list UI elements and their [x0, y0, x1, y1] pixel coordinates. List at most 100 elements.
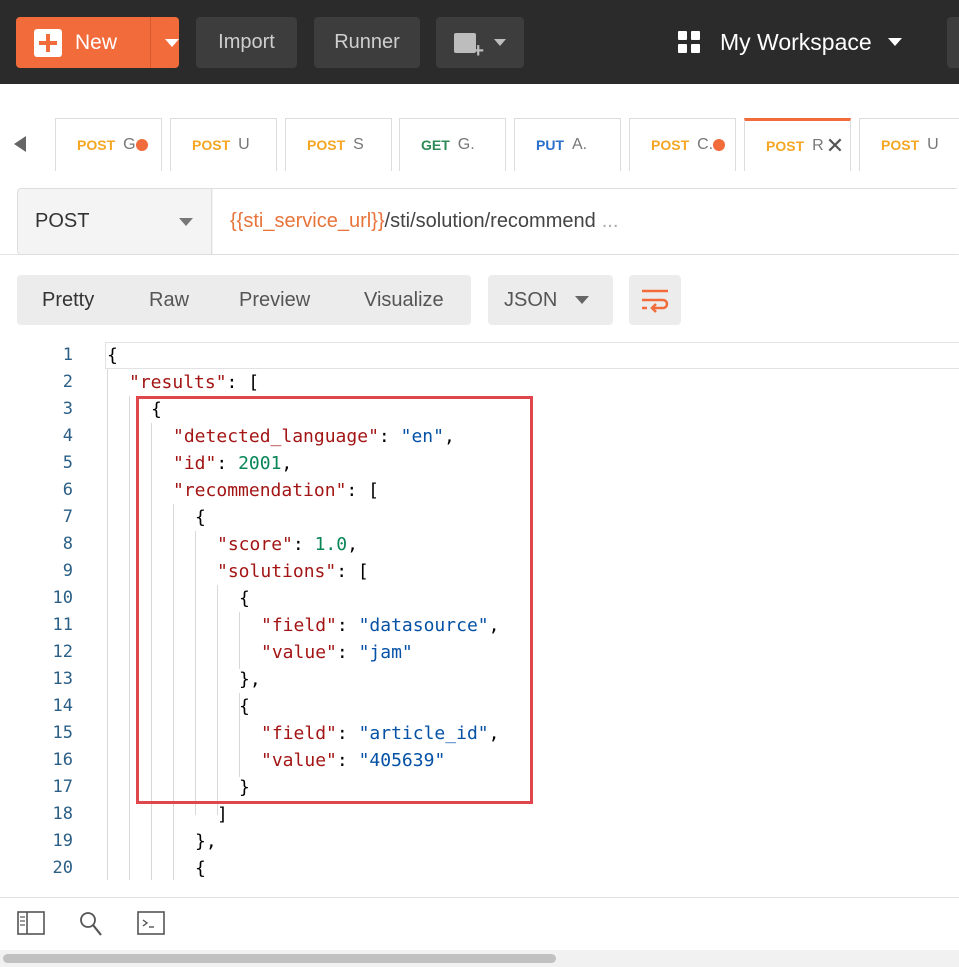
new-dropdown-icon[interactable]: [165, 39, 179, 47]
code-line: "results": [: [129, 372, 260, 393]
sidebar-toggle-icon[interactable]: [17, 911, 45, 935]
import-button[interactable]: Import: [196, 17, 297, 68]
line-number: 17: [52, 777, 73, 797]
code-line: },: [195, 828, 217, 855]
tab-method: POST: [766, 138, 805, 154]
console-icon[interactable]: [137, 911, 165, 935]
response-view-tabs: Pretty Raw Preview Visualize: [17, 275, 471, 325]
tab-name: C.: [697, 136, 714, 153]
tab-visualize[interactable]: Visualize: [364, 289, 444, 312]
workspace-label: My Workspace: [720, 28, 872, 55]
tab-method: POST: [192, 137, 231, 153]
chevron-down-icon: [179, 218, 193, 226]
tab-method: PUT: [536, 137, 564, 153]
request-tab[interactable]: POST C.: [629, 118, 736, 171]
tab-raw[interactable]: Raw: [149, 289, 189, 312]
tab-name: G: [123, 136, 136, 153]
annotation-highlight-box: [136, 396, 533, 804]
new-button-divider: [150, 17, 151, 68]
new-button-label: New: [75, 30, 118, 54]
request-tab[interactable]: POST U: [170, 118, 277, 171]
request-tab[interactable]: POST U: [859, 118, 959, 171]
line-number: 2: [62, 372, 73, 392]
code-punct: },: [195, 831, 217, 852]
unsaved-dot-icon: [135, 139, 148, 151]
url-path: /sti/solution/recommend: [384, 210, 596, 232]
json-key: results: [139, 372, 216, 393]
code-punct: : [: [226, 372, 260, 393]
line-number: 5: [62, 453, 73, 473]
request-tab[interactable]: POST G: [55, 118, 162, 171]
chevron-down-icon: [494, 39, 506, 46]
line-number: 1: [62, 345, 73, 365]
line-number: 4: [62, 426, 73, 446]
tab-name: S: [353, 136, 364, 153]
new-button[interactable]: New: [16, 17, 179, 68]
find-icon[interactable]: [79, 911, 103, 937]
line-number: 12: [52, 642, 73, 662]
tab-method: POST: [307, 137, 346, 153]
tab-name: A.: [572, 136, 588, 153]
request-tabs: POST G POST U POST S GET G. PUT A. POST C. POST R ✕ POS…: [0, 84, 959, 255]
code-line: ]: [217, 801, 228, 828]
line-number: 6: [62, 480, 73, 500]
scrollbar-thumb[interactable]: [3, 954, 556, 963]
tab-name: G.: [457, 136, 475, 153]
new-window-icon: [454, 32, 484, 63]
line-number: 16: [52, 750, 73, 770]
url-input[interactable]: {{sti_service_url}}/sti/solution/recomme…: [213, 189, 959, 254]
code-line: {: [195, 855, 206, 882]
workspace-grid-icon: [678, 31, 700, 53]
close-icon[interactable]: ✕: [826, 133, 844, 159]
line-number: 9: [62, 561, 73, 581]
tab-method: GET: [421, 137, 450, 153]
tab-name: R: [812, 137, 824, 154]
url-ellipsis: ...: [601, 210, 619, 232]
tab-preview[interactable]: Preview: [239, 289, 310, 312]
top-toolbar: New Import Runner My Workspace: [0, 0, 959, 84]
chevron-down-icon: [887, 38, 902, 46]
toolbar-overflow-button[interactable]: [947, 17, 959, 68]
unsaved-dot-icon: [713, 139, 726, 151]
tab-pretty[interactable]: Pretty: [42, 289, 94, 312]
request-tab[interactable]: PUT A.: [514, 118, 621, 171]
line-number: 18: [52, 804, 73, 824]
line-number: 19: [52, 831, 73, 851]
new-window-button[interactable]: [436, 17, 524, 68]
line-number: 10: [52, 588, 73, 608]
tab-name: U: [238, 136, 250, 153]
line-number: 3: [62, 399, 73, 419]
code-line: {: [107, 342, 118, 369]
line-number: 8: [62, 534, 73, 554]
runner-button[interactable]: Runner: [314, 17, 420, 68]
wrap-lines-button[interactable]: [629, 275, 681, 325]
indent-guide: [107, 369, 108, 880]
line-number: 14: [52, 696, 73, 716]
request-url-bar: POST {{sti_service_url}}/sti/solution/re…: [17, 188, 959, 255]
format-select[interactable]: JSON: [488, 275, 613, 325]
workspace-switcher[interactable]: My Workspace: [678, 22, 902, 62]
request-tab[interactable]: POST S: [285, 118, 392, 171]
tab-scroll-left-icon[interactable]: [14, 136, 26, 152]
status-bar: [0, 897, 959, 947]
line-number: 11: [52, 615, 73, 635]
horizontal-scrollbar[interactable]: [0, 950, 959, 967]
line-number: 7: [62, 507, 73, 527]
tab-method: POST: [651, 137, 690, 153]
request-tab[interactable]: POST R ✕: [744, 118, 851, 171]
line-number: 13: [52, 669, 73, 689]
tab-name: U: [927, 136, 939, 153]
plus-icon: [34, 28, 62, 57]
request-tab[interactable]: GET G.: [399, 118, 506, 171]
chevron-down-icon: [575, 296, 589, 304]
method-value: POST: [35, 210, 90, 232]
code-punct: ]: [217, 804, 228, 825]
tab-method: POST: [881, 137, 920, 153]
url-variable: {{sti_service_url}}: [230, 210, 385, 232]
method-select[interactable]: POST: [18, 189, 212, 254]
code-punct: {: [195, 858, 206, 879]
code-punct: {: [107, 345, 118, 366]
line-number: 20: [52, 858, 73, 878]
format-value: JSON: [504, 288, 558, 311]
indent-guide: [129, 396, 130, 880]
